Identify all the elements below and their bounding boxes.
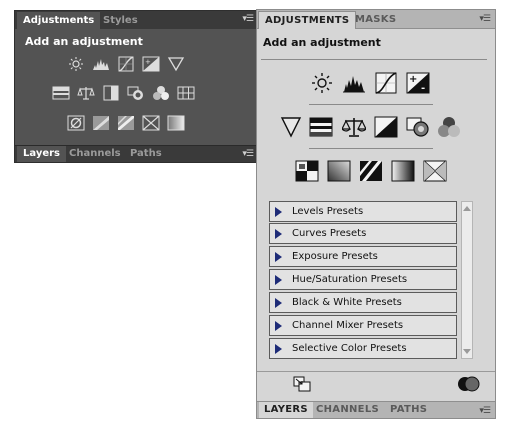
panel-menu-icon[interactable]: ▾☰ (479, 14, 491, 25)
photo-filter-icon[interactable] (406, 116, 430, 138)
expand-arrow-icon[interactable] (275, 321, 282, 331)
photo-filter-icon[interactable] (127, 85, 145, 101)
threshold-icon[interactable] (359, 160, 383, 182)
adjustments-panel-dark: Adjustments Styles ▾☰ Add an adjustment … (14, 10, 258, 163)
hue-saturation-icon[interactable] (52, 85, 70, 101)
divider (309, 104, 433, 105)
scroll-down-arrow-icon[interactable] (463, 349, 471, 354)
preset-curves[interactable]: Curves Presets (269, 223, 457, 244)
black-white-icon[interactable] (374, 116, 398, 138)
threshold-icon[interactable] (117, 115, 135, 131)
brightness-contrast-icon[interactable] (310, 72, 334, 94)
expand-arrow-icon[interactable] (275, 229, 282, 239)
curves-icon[interactable] (374, 72, 398, 94)
tab-paths[interactable]: Paths (124, 146, 168, 162)
light-tab-bar: ADJUSTMENTS MASKS ▾☰ (257, 10, 495, 29)
posterize-icon[interactable] (327, 160, 351, 182)
expand-arrow-icon[interactable] (275, 252, 282, 262)
expand-arrow-icon[interactable] (275, 207, 282, 217)
divider (257, 371, 495, 372)
expand-arrow-icon[interactable] (275, 275, 282, 285)
preset-label: Channel Mixer Presets (292, 320, 404, 331)
gradient-map-icon[interactable] (167, 115, 185, 131)
channel-mixer-icon[interactable] (152, 85, 170, 101)
preset-label: Curves Presets (292, 228, 367, 239)
svg-text:-: - (421, 83, 425, 94)
scroll-up-arrow-icon[interactable] (463, 206, 471, 211)
selective-color-icon[interactable] (423, 160, 447, 182)
panel-menu-icon[interactable]: ▾☰ (242, 14, 254, 25)
color-lookup-icon[interactable] (177, 85, 195, 101)
preset-exposure[interactable]: Exposure Presets (269, 246, 457, 267)
preset-label: Black & White Presets (292, 297, 402, 308)
gradient-map-icon[interactable] (391, 160, 415, 182)
invert-icon[interactable] (295, 160, 319, 182)
panel-menu-icon[interactable]: ▾☰ (242, 149, 254, 160)
divider (309, 148, 433, 149)
adjustments-panel-light: ADJUSTMENTS MASKS ▾☰ Add an adjustment +… (256, 9, 496, 419)
posterize-icon[interactable] (92, 115, 110, 131)
tab-channels[interactable]: Channels (63, 146, 127, 162)
brightness-contrast-icon[interactable] (67, 56, 85, 72)
expand-arrow-icon[interactable] (275, 344, 282, 354)
expand-arrow-icon[interactable] (275, 298, 282, 308)
dark-bottom-tab-bar: Layers Channels Paths ▾☰ (15, 145, 257, 162)
clip-layer-icon[interactable] (457, 376, 481, 392)
preset-selective-color[interactable]: Selective Color Presets (269, 338, 457, 359)
levels-icon[interactable] (342, 72, 366, 94)
curves-icon[interactable] (117, 56, 135, 72)
divider (261, 59, 487, 60)
presets-scrollbar[interactable] (461, 201, 473, 359)
levels-icon[interactable] (92, 56, 110, 72)
channel-mixer-icon[interactable] (437, 116, 461, 138)
presets-list: Levels Presets Curves Presets Exposure P… (269, 201, 457, 361)
exposure-icon[interactable]: + (142, 56, 160, 72)
preset-channel-mixer[interactable]: Channel Mixer Presets (269, 315, 457, 336)
tab-layers[interactable]: LAYERS (259, 402, 313, 418)
color-balance-icon[interactable] (342, 116, 366, 138)
hue-saturation-icon[interactable] (309, 116, 333, 138)
vibrance-icon[interactable] (167, 56, 185, 72)
preset-label: Exposure Presets (292, 251, 378, 262)
tab-adjustments[interactable]: Adjustments (17, 12, 101, 29)
tab-layers[interactable]: Layers (17, 146, 66, 162)
tab-paths[interactable]: PATHS (385, 402, 432, 418)
preset-label: Selective Color Presets (292, 343, 407, 354)
preset-levels[interactable]: Levels Presets (269, 201, 457, 222)
tab-styles[interactable]: Styles (97, 12, 144, 29)
light-bottom-tab-bar: LAYERS CHANNELS PATHS ▾☰ (257, 401, 495, 418)
tab-channels[interactable]: CHANNELS (311, 402, 384, 418)
preset-label: Hue/Saturation Presets (292, 274, 408, 285)
svg-text:+: + (145, 58, 151, 66)
svg-text:+: + (409, 74, 417, 85)
tab-adjustments[interactable]: ADJUSTMENTS (258, 11, 357, 29)
dark-tab-bar: Adjustments Styles ▾☰ (15, 11, 257, 29)
selective-color-icon[interactable] (142, 115, 160, 131)
preset-label: Levels Presets (292, 206, 364, 217)
invert-icon[interactable] (67, 115, 85, 131)
vibrance-icon[interactable] (279, 116, 303, 138)
panel-title: Add an adjustment (263, 36, 381, 49)
color-balance-icon[interactable] (77, 85, 95, 101)
panel-title: Add an adjustment (25, 35, 143, 48)
exposure-icon[interactable]: + - (406, 72, 430, 94)
tab-masks[interactable]: MASKS (349, 11, 402, 29)
expand-view-icon[interactable] (293, 376, 311, 392)
panel-menu-icon[interactable]: ▾☰ (479, 406, 491, 417)
preset-hue-saturation[interactable]: Hue/Saturation Presets (269, 269, 457, 290)
preset-black-white[interactable]: Black & White Presets (269, 292, 457, 313)
black-white-icon[interactable] (102, 85, 120, 101)
